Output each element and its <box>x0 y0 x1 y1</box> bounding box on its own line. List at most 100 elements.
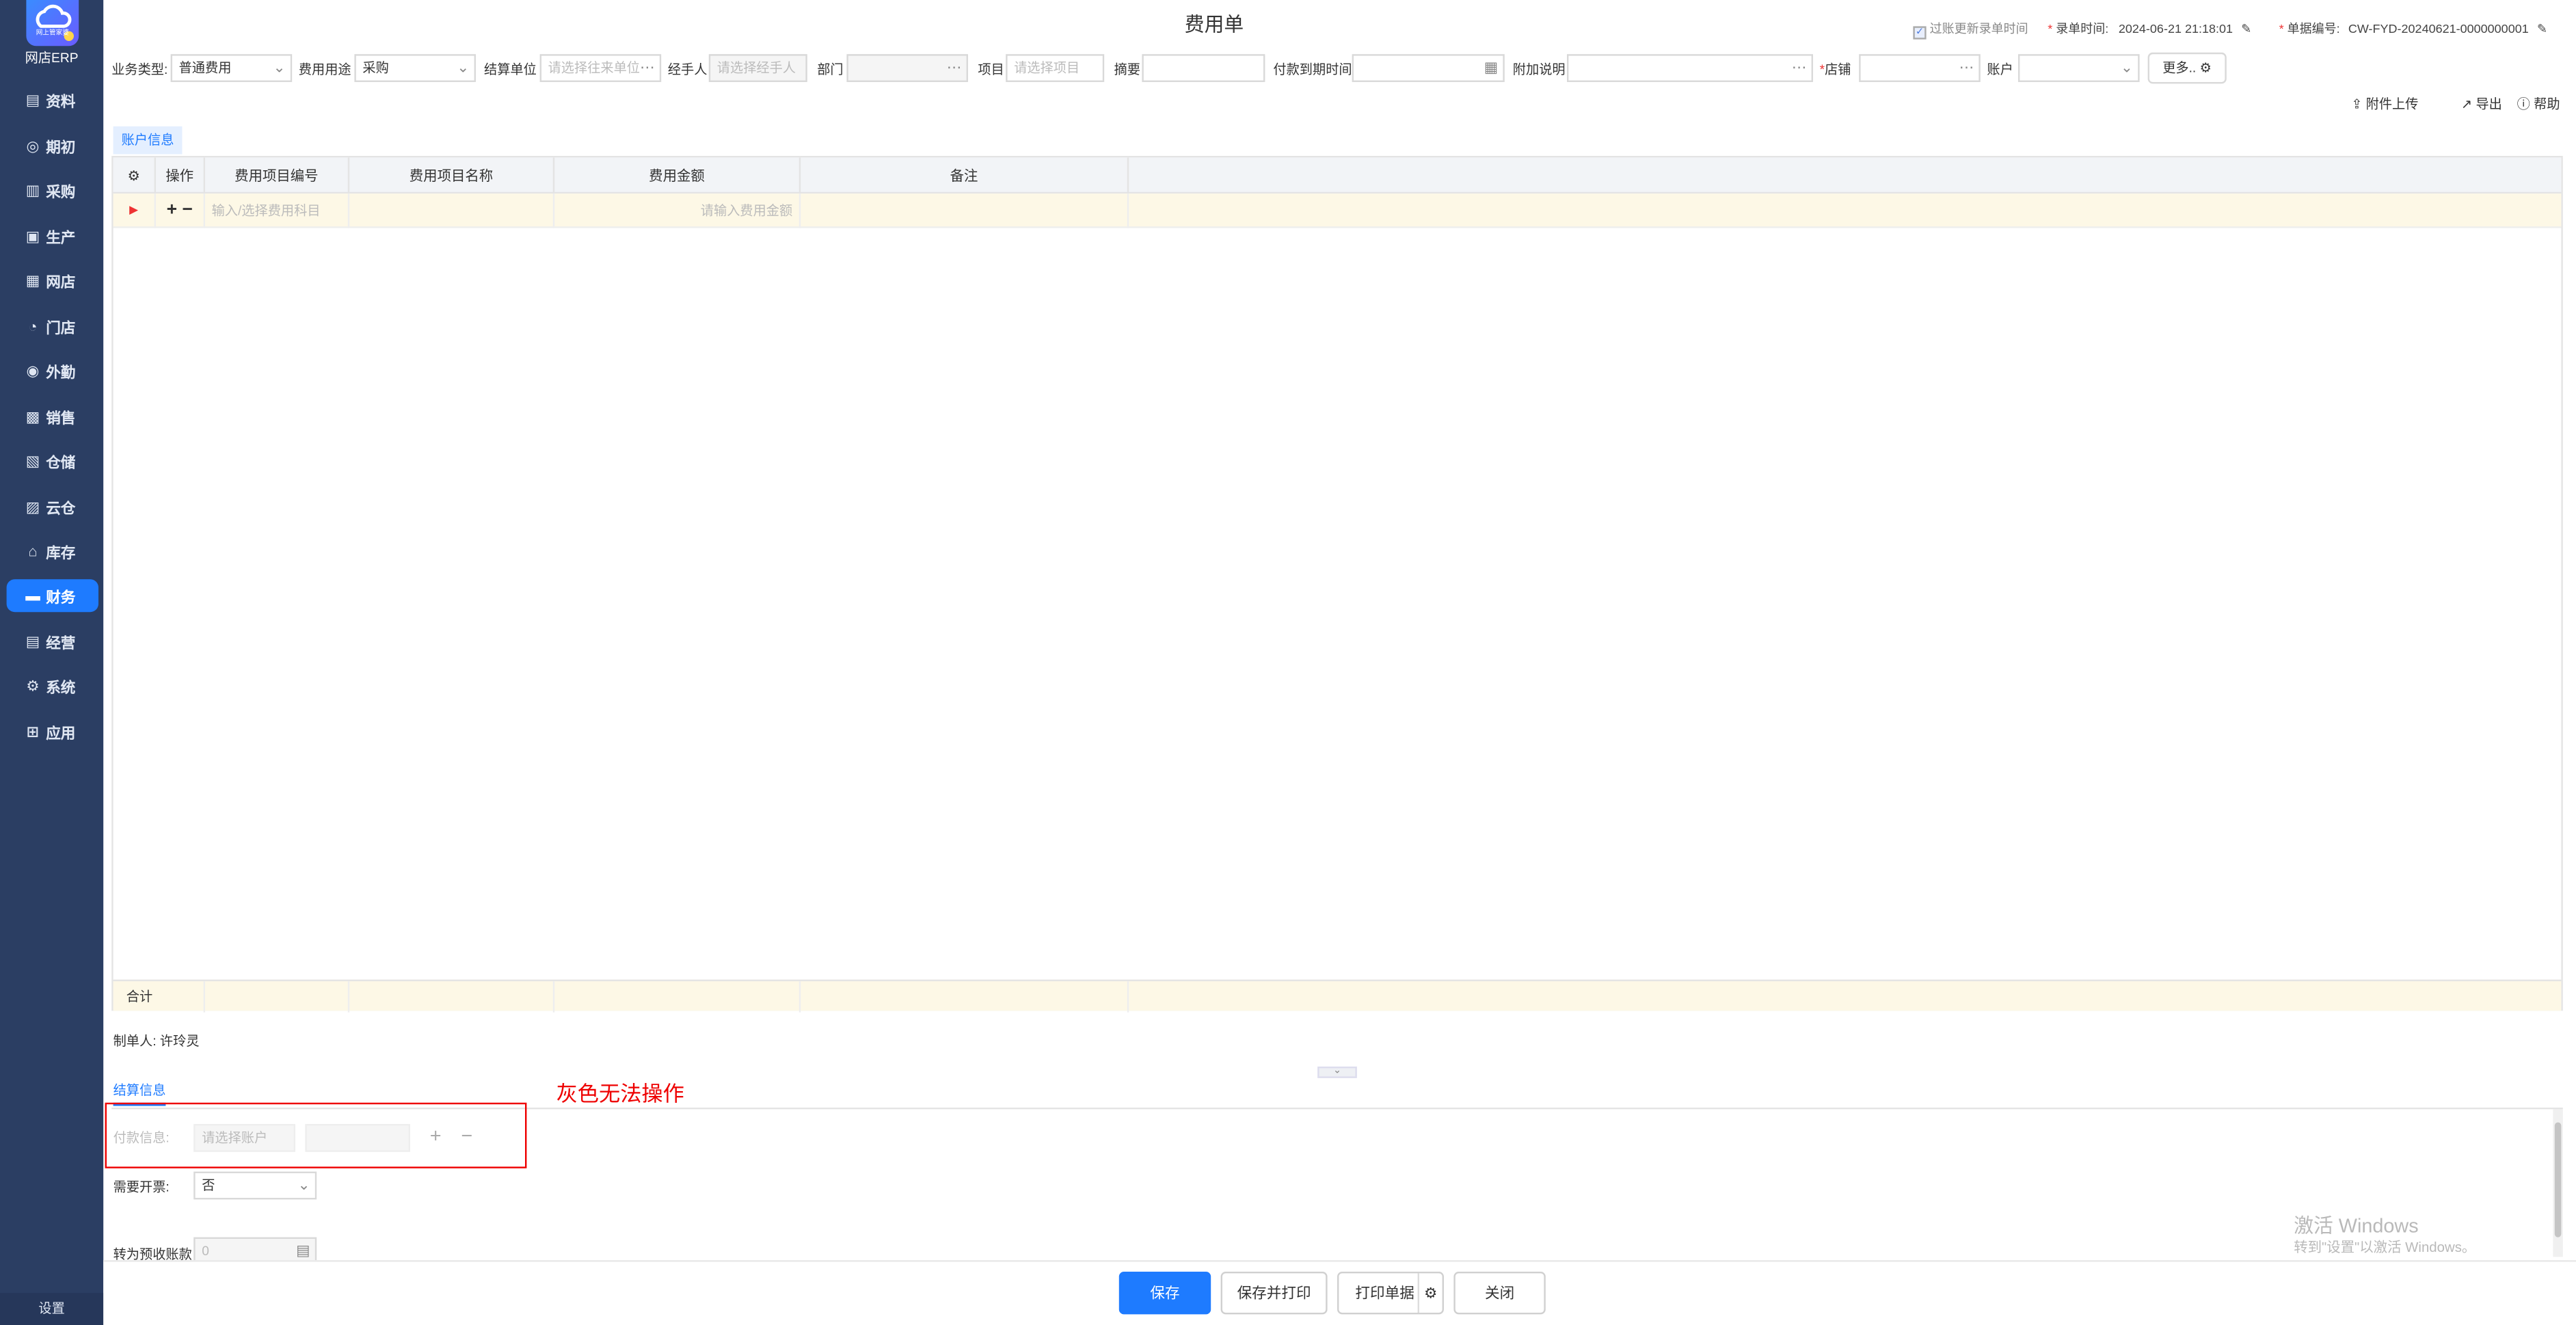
sidebar-item-opening[interactable]: ◎ 期初 <box>7 130 98 163</box>
calendar-icon[interactable]: ▦ <box>1484 56 1498 81</box>
sidebar-item-label: 云仓 <box>46 499 76 516</box>
account-select[interactable]: ⌄ <box>2018 54 2140 83</box>
sidebar-item-inventory[interactable]: ⌂ 库存 <box>7 535 98 567</box>
cloud-warehouse-icon: ▨ <box>25 498 40 515</box>
more-button[interactable]: 更多.. ⚙ <box>2147 52 2227 84</box>
help-button[interactable]: ⓘ 帮助 <box>2517 95 2560 113</box>
sidebar-item-label: 采购 <box>46 183 76 200</box>
sidebar-item-label: 网店 <box>46 273 76 290</box>
sidebar-item-purchase[interactable]: ▥ 采购 <box>7 174 98 206</box>
settings-button[interactable]: 设置 <box>0 1293 104 1325</box>
due-date-input[interactable]: ▦ <box>1352 54 1505 83</box>
column-header: 费用项目名称 <box>349 157 555 194</box>
usage-select[interactable]: 采购 ⌄ <box>354 54 476 83</box>
settle-unit-input[interactable]: 请选择往来单位 ⋯ <box>539 54 662 83</box>
summary-label: 摘要 <box>1114 62 1141 77</box>
clock-icon: ◎ <box>26 137 40 154</box>
sidebar-item-finance[interactable]: ▬ 财务 <box>6 579 98 613</box>
tab-account-info[interactable]: 账户信息 <box>113 126 183 155</box>
close-button[interactable]: 关闭 <box>1453 1272 1546 1315</box>
remove-row-icon[interactable]: − <box>182 200 192 220</box>
sidebar-item-apps[interactable]: ⊞ 应用 <box>7 715 98 748</box>
chevron-down-icon: ⌄ <box>297 1176 310 1193</box>
remark-cell[interactable] <box>801 193 1129 228</box>
more-icon[interactable]: ⋯ <box>1959 56 1974 81</box>
export-button[interactable]: ↗ 导出 <box>2461 95 2502 113</box>
sidebar-item-label: 门店 <box>46 319 76 336</box>
store-input[interactable]: ⋯ <box>1859 54 1981 83</box>
pie-icon: ◔ <box>28 318 38 335</box>
add-row-icon[interactable]: + <box>167 200 177 220</box>
table-row: ▶ + − 输入/选择费用科目 请输入费用金额 <box>113 193 2562 228</box>
more-icon[interactable]: ⋯ <box>1792 56 1807 81</box>
dept-input[interactable]: ⋯ <box>846 54 968 83</box>
total-label: 合计 <box>113 981 205 1013</box>
sidebar-item-label: 期初 <box>46 138 76 155</box>
expense-name-cell[interactable] <box>349 193 555 228</box>
column-settings-button[interactable]: ⚙ <box>113 157 157 194</box>
annotation-box <box>105 1102 527 1168</box>
sidebar-item-label: 外勤 <box>46 363 76 380</box>
sidebar-item-webshop[interactable]: ▦ 网店 <box>7 264 98 297</box>
invoice-label: 需要开票: <box>113 1179 170 1195</box>
expense-amount-input[interactable]: 请输入费用金额 <box>554 193 801 228</box>
handler-input[interactable]: 请选择经手人 <box>708 54 807 83</box>
doc-number: * 单据编号: CW-FYD-20240621-0000000001 ✎ <box>2279 21 2548 36</box>
app-name: 网店ERP <box>25 51 79 66</box>
sidebar-item-business[interactable]: ▤ 经营 <box>7 625 98 658</box>
sidebar-item-production[interactable]: ▣ 生产 <box>7 220 98 253</box>
chevron-down-icon: ⌄ <box>457 59 470 76</box>
table-header: ⚙ 操作 费用项目编号 费用项目名称 费用金额 备注 <box>113 157 2562 194</box>
store-label: *店铺 <box>1819 62 1851 77</box>
summary-input[interactable] <box>1142 54 1265 83</box>
collapse-toggle[interactable]: ⌄ <box>1317 1067 1357 1078</box>
column-header: 费用金额 <box>554 157 801 194</box>
sidebar-item-cloud[interactable]: ▨ 云仓 <box>7 491 98 524</box>
sales-icon: ▩ <box>25 407 40 425</box>
total-cell <box>801 981 1129 1013</box>
edit-icon[interactable]: ✎ <box>2241 21 2251 36</box>
doc-number-value: CW-FYD-20240621-0000000001 <box>2348 21 2529 36</box>
settle-unit-placeholder: 请选择往来单位 <box>548 60 641 76</box>
save-button[interactable]: 保存 <box>1118 1272 1211 1315</box>
project-input[interactable]: 请选择项目 <box>1006 54 1105 83</box>
biz-type-select[interactable]: 普通费用 ⌄ <box>170 54 293 83</box>
settle-unit-label: 结算单位 <box>484 62 537 77</box>
attach-upload-button[interactable]: ⇪ 附件上传 <box>2351 95 2418 113</box>
gear-icon: ⚙ <box>26 677 40 694</box>
sidebar-item-store[interactable]: ◔ 门店 <box>7 310 98 343</box>
save-print-button[interactable]: 保存并打印 <box>1220 1272 1328 1315</box>
more-icon[interactable]: ⋯ <box>947 56 962 81</box>
export-label: 导出 <box>2476 96 2502 112</box>
usage-label: 费用用途 <box>298 62 351 77</box>
scrollbar-thumb[interactable] <box>2554 1122 2562 1237</box>
row-pointer-icon: ▶ <box>113 193 157 228</box>
app-logo[interactable]: 网上管家婆 <box>26 0 79 46</box>
update-time-checkbox[interactable]: ✓ 过账更新录单时间 <box>1913 20 2028 40</box>
dept-label: 部门 <box>817 62 844 77</box>
attach-upload-label: 附件上传 <box>2365 96 2419 112</box>
business-icon: ▤ <box>25 632 40 650</box>
expense-code-input[interactable]: 输入/选择费用科目 <box>205 193 350 228</box>
invoice-value: 否 <box>202 1178 215 1193</box>
entry-time-label: 录单时间: <box>2056 21 2109 36</box>
extra-input[interactable]: ⋯ <box>1567 54 1813 83</box>
upload-icon: ⇪ <box>2351 96 2363 112</box>
sidebar-item-field[interactable]: ◉ 外勤 <box>7 354 98 387</box>
gear-icon[interactable]: ⚙ <box>1417 1273 1437 1313</box>
profile-icon: ▤ <box>25 91 40 108</box>
doc-number-label: 单据编号: <box>2287 21 2340 36</box>
sidebar-item-storage[interactable]: ▧ 仓储 <box>7 444 98 477</box>
more-icon[interactable]: ⋯ <box>640 56 655 81</box>
invoice-select[interactable]: 否 ⌄ <box>193 1171 317 1200</box>
app-icon: ⊞ <box>26 723 40 740</box>
print-button[interactable]: 打印单据 ⚙ <box>1337 1272 1444 1315</box>
sidebar-item-label: 库存 <box>46 544 76 561</box>
maker-value: 许玲灵 <box>159 1034 200 1049</box>
sidebar-item-system[interactable]: ⚙ 系统 <box>7 669 98 702</box>
sidebar-item-profile[interactable]: ▤ 资料 <box>7 83 98 116</box>
account-label: 账户 <box>1987 62 2013 77</box>
sidebar-item-sales[interactable]: ▩ 销售 <box>7 401 98 433</box>
warehouse-icon: ▧ <box>25 452 40 469</box>
edit-icon[interactable]: ✎ <box>2537 21 2547 36</box>
